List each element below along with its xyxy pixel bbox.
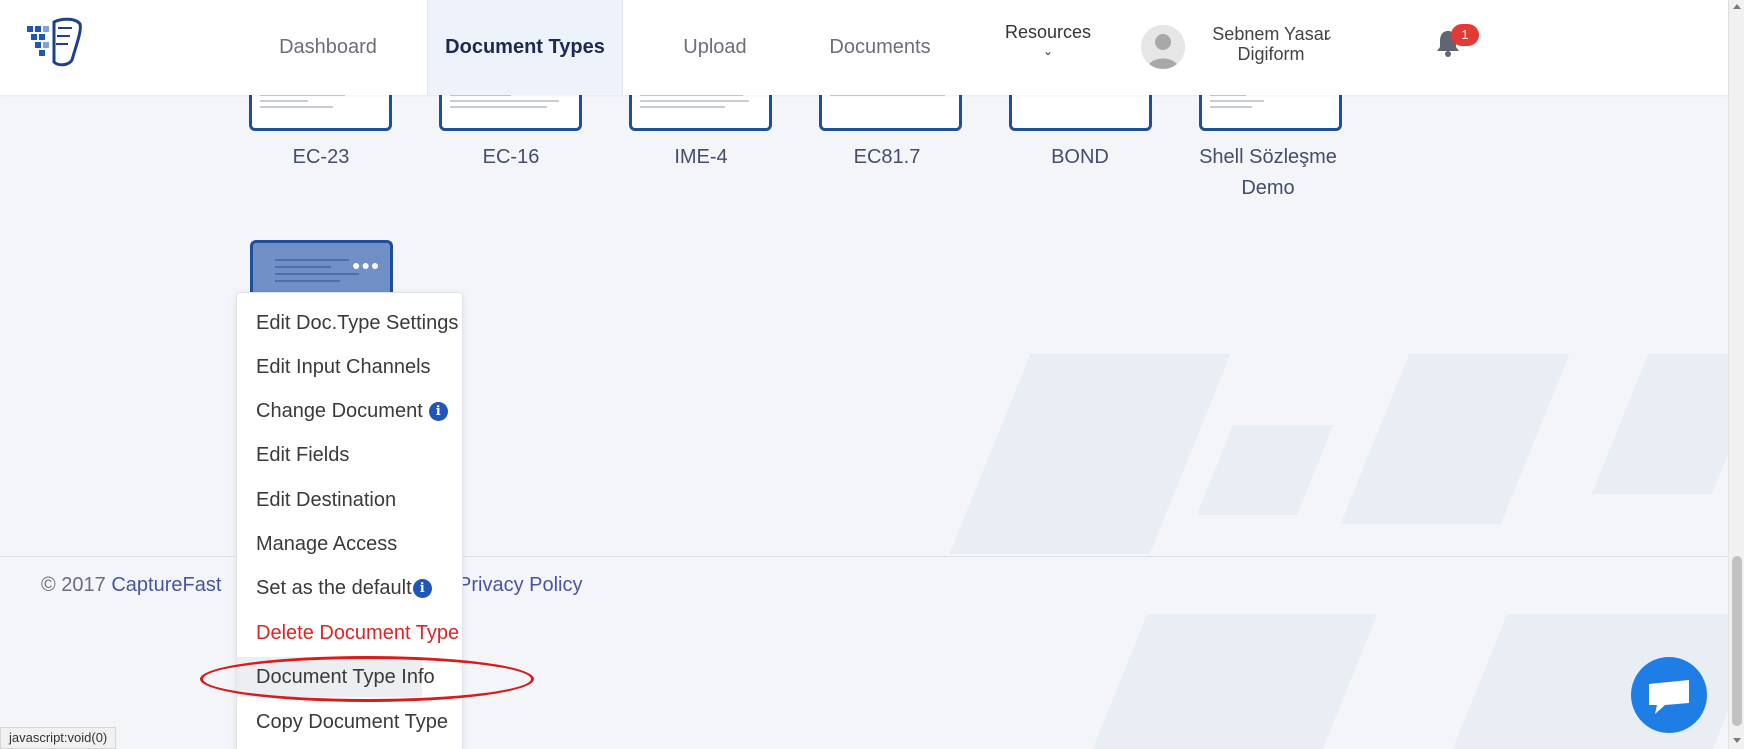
document-type-label[interactable]: Shell Sözleşme Demo — [1176, 142, 1360, 204]
bg-shape — [1340, 354, 1570, 524]
nav-document-types[interactable]: Document Types — [427, 0, 623, 95]
menu-item-label: Edit Doc.Type Settings — [256, 312, 459, 334]
bg-shape — [1591, 354, 1744, 494]
chevron-down-icon: ⌄ — [1042, 44, 1054, 58]
user-avatar-icon — [1141, 25, 1185, 69]
top-navbar: Dashboard Document Types Upload Document… — [0, 0, 1728, 95]
document-type-label[interactable]: EC-16 — [421, 142, 601, 173]
document-type-card[interactable] — [1199, 90, 1342, 131]
menu-item-label: Manage Access — [256, 533, 398, 555]
menu-item-label: Edit Fields — [256, 444, 350, 466]
document-type-card[interactable] — [249, 90, 392, 131]
scroll-up-arrow[interactable] — [1733, 4, 1741, 9]
menu-item-label: Edit Destination — [256, 489, 397, 511]
scroll-thumb[interactable] — [1732, 556, 1742, 726]
menu-edit-fields[interactable]: Edit Fields — [237, 435, 464, 475]
menu-item-label: Document Type Info — [256, 666, 435, 688]
menu-edit-doctype-settings[interactable]: Edit Doc.Type Settings — [237, 303, 464, 343]
menu-set-as-default[interactable]: Set as the default i — [237, 568, 464, 608]
document-type-card[interactable] — [439, 90, 582, 131]
document-type-label[interactable]: EC-23 — [231, 142, 411, 173]
chevron-down-icon[interactable]: ⌄ — [1322, 27, 1334, 44]
user-company: Digiform — [1237, 44, 1305, 64]
nav-upload[interactable]: Upload — [660, 0, 770, 95]
chat-button[interactable] — [1631, 657, 1707, 733]
browser-status-bar: javascript:void(0) — [0, 727, 117, 749]
menu-edit-input-channels[interactable]: Edit Input Channels — [237, 347, 464, 387]
footer-copyright: © 2017 CaptureFast — [41, 574, 221, 597]
privacy-policy-link[interactable]: Privacy Policy — [458, 574, 582, 597]
bg-shape — [1092, 614, 1378, 749]
copyright-text: © 2017 — [41, 574, 106, 596]
document-type-card[interactable] — [629, 90, 772, 131]
nav-documents[interactable]: Documents — [810, 0, 950, 95]
menu-item-label: Change Document — [256, 400, 423, 422]
document-type-label[interactable]: IME-4 — [611, 142, 791, 173]
menu-edit-destination[interactable]: Edit Destination — [237, 480, 464, 520]
menu-manage-access[interactable]: Manage Access — [237, 524, 464, 564]
document-type-label[interactable]: EC81.7 — [797, 142, 977, 173]
menu-item-label: Copy Document Type — [256, 711, 448, 733]
nav-resources-label: Resources — [1004, 22, 1092, 42]
capturefast-link[interactable]: CaptureFast — [111, 574, 221, 596]
menu-item-label: Delete Document Type — [256, 622, 460, 644]
notification-badge: 1 — [1451, 24, 1479, 46]
info-icon[interactable]: i — [428, 402, 448, 421]
document-type-card[interactable] — [1009, 90, 1152, 131]
page-scrollbar[interactable] — [1728, 0, 1744, 749]
menu-delete-document-type[interactable]: Delete Document Type — [237, 613, 464, 653]
document-type-label[interactable]: BOND — [990, 142, 1170, 173]
menu-copy-document-type[interactable]: Copy Document Type — [237, 702, 464, 742]
info-icon[interactable]: i — [412, 579, 432, 598]
bg-shape — [949, 354, 1231, 554]
nav-dashboard[interactable]: Dashboard — [262, 0, 394, 95]
scroll-down-arrow[interactable] — [1733, 738, 1741, 743]
menu-change-document[interactable]: Change Document i — [237, 391, 464, 431]
menu-document-type-info[interactable]: Document Type Info — [237, 657, 435, 697]
nav-resources[interactable]: Resources ⌄ — [998, 22, 1098, 57]
menu-item-label: Set as the default — [256, 577, 412, 599]
document-type-context-menu: Edit Doc.Type Settings Edit Input Channe… — [236, 292, 463, 749]
capturefast-logo[interactable] — [24, 16, 88, 68]
document-type-card[interactable] — [819, 90, 962, 131]
bg-shape — [1196, 425, 1334, 515]
avatar[interactable] — [1141, 25, 1185, 69]
chat-bubble-icon — [1649, 680, 1689, 714]
menu-item-label: Edit Input Channels — [256, 356, 431, 378]
more-options-icon[interactable]: ●●● — [352, 257, 380, 273]
